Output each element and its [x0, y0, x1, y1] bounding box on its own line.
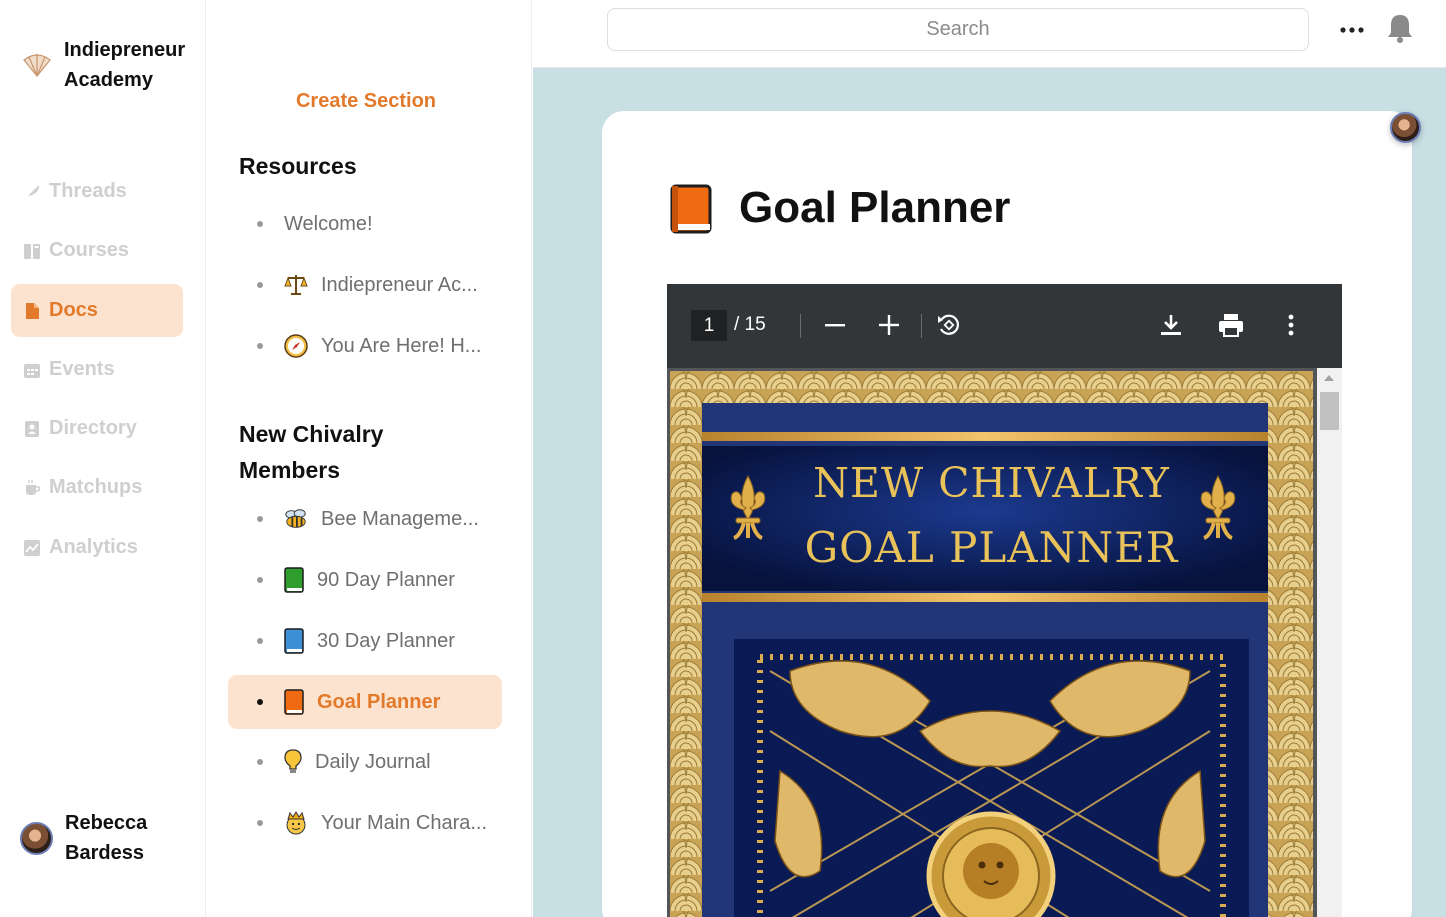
- nav-label: Threads: [49, 180, 127, 202]
- nav-item-events[interactable]: Events: [11, 343, 183, 396]
- nav-label: Matchups: [49, 476, 143, 498]
- directory-icon: [22, 419, 42, 439]
- cover-title-line2: GOAL PLANNER: [804, 523, 1179, 572]
- search-placeholder: Search: [926, 18, 990, 40]
- avatar: [20, 821, 53, 855]
- rotate-icon[interactable]: [934, 310, 964, 340]
- nav-item-threads[interactable]: Threads: [11, 165, 183, 218]
- nav-label: Analytics: [49, 536, 138, 558]
- bullet: [257, 343, 263, 349]
- scales-icon: [284, 272, 308, 298]
- doc-item-label: Bee Manageme...: [321, 507, 479, 530]
- scroll-up-icon[interactable]: [1324, 375, 1334, 381]
- compass-icon: [284, 333, 308, 359]
- brand-name: Indiepreneur Academy: [64, 39, 186, 91]
- doc-item-bee-management[interactable]: Bee Manageme...: [228, 492, 502, 546]
- toolbar-divider: [921, 314, 922, 338]
- nav-item-courses[interactable]: Courses: [11, 224, 183, 277]
- docs-sidebar: Create Section Resources Welcome! Indiep…: [207, 0, 532, 917]
- bullet: [257, 638, 263, 644]
- orange-book-icon: [670, 184, 714, 234]
- current-user[interactable]: Rebecca Bardess: [20, 808, 165, 868]
- doc-item-indiepreneur[interactable]: Indiepreneur Ac...: [228, 258, 502, 312]
- page-number-input[interactable]: 1: [691, 310, 727, 341]
- nav-label: Events: [49, 358, 115, 380]
- more-vertical-icon[interactable]: [1276, 310, 1306, 340]
- doc-item-main-character[interactable]: Your Main Chara...: [228, 796, 502, 850]
- brand[interactable]: Indiepreneur Academy: [20, 35, 204, 95]
- doc-item-label: Your Main Chara...: [321, 811, 488, 834]
- doc-card: Goal Planner 1 / 15 NEW CHIVALRY GOAL PL…: [602, 111, 1412, 917]
- doc-item-label: You Are Here! H...: [321, 334, 482, 357]
- print-icon[interactable]: [1216, 310, 1246, 340]
- bee-icon: [284, 506, 308, 532]
- doc-content-area: Goal Planner 1 / 15 NEW CHIVALRY GOAL PL…: [533, 68, 1446, 917]
- page-total: / 15: [734, 314, 766, 335]
- calendar-icon: [22, 360, 42, 380]
- zoom-in-icon[interactable]: [874, 310, 904, 340]
- chart-icon: [22, 538, 42, 558]
- search-input[interactable]: Search: [607, 8, 1309, 51]
- nav-item-analytics[interactable]: Analytics: [11, 521, 183, 574]
- page-title: Goal Planner: [739, 183, 1011, 232]
- notification-bell-icon[interactable]: [1385, 12, 1415, 44]
- doc-item-goal-planner[interactable]: Goal Planner: [228, 675, 502, 729]
- doc-icon: [22, 301, 42, 321]
- doc-item-label: 30 Day Planner: [317, 629, 455, 652]
- cup-icon: [22, 478, 42, 498]
- pdf-scrollbar[interactable]: [1317, 368, 1342, 917]
- courses-icon: [22, 241, 42, 261]
- lightbulb-icon: [284, 749, 302, 775]
- section-title: New Chivalry Members: [239, 421, 384, 483]
- doc-item-daily-journal[interactable]: Daily Journal: [228, 735, 502, 789]
- bullet: [257, 282, 263, 288]
- doc-item-welcome[interactable]: Welcome!: [228, 197, 502, 251]
- create-section-button[interactable]: Create Section: [207, 90, 525, 113]
- top-bar: Search: [533, 0, 1446, 68]
- bullet: [257, 699, 263, 705]
- nav-label: Docs: [49, 299, 98, 321]
- pdf-page-cover: NEW CHIVALRY GOAL PLANNER: [670, 371, 1313, 917]
- download-icon[interactable]: [1156, 310, 1186, 340]
- doc-item-you-are-here[interactable]: You Are Here! H...: [228, 319, 502, 373]
- zoom-out-icon[interactable]: [820, 310, 850, 340]
- more-options-icon[interactable]: [1339, 20, 1365, 40]
- doc-item-label: Goal Planner: [317, 690, 441, 713]
- scrollbar-thumb[interactable]: [1320, 392, 1339, 430]
- pdf-viewer[interactable]: 1 / 15 NEW CHIVALRY GOAL PLANNER: [667, 284, 1342, 917]
- blue-book-icon: [284, 628, 304, 654]
- bullet: [257, 577, 263, 583]
- bullet: [257, 221, 263, 227]
- doc-item-label: Indiepreneur Ac...: [321, 273, 478, 296]
- doc-item-label: 90 Day Planner: [317, 568, 455, 591]
- nav-item-directory[interactable]: Directory: [11, 402, 183, 455]
- nav-item-docs[interactable]: Docs: [11, 284, 183, 337]
- bullet: [257, 820, 263, 826]
- doc-item-30-day-planner[interactable]: 30 Day Planner: [228, 614, 502, 668]
- pdf-toolbar: 1 / 15: [667, 284, 1342, 368]
- user-name: Rebecca Bardess: [65, 812, 148, 864]
- toolbar-divider: [800, 314, 801, 338]
- nav-label: Directory: [49, 417, 137, 439]
- section-title: Resources: [239, 153, 357, 179]
- doc-item-label: Welcome!: [284, 212, 373, 235]
- bullet: [257, 759, 263, 765]
- doc-item-label: Daily Journal: [315, 750, 431, 773]
- cover-title-line1: NEW CHIVALRY: [813, 459, 1170, 507]
- bullet: [257, 516, 263, 522]
- collaborator-avatar[interactable]: [1390, 112, 1421, 143]
- feather-icon: [22, 182, 42, 202]
- shell-logo-icon: [20, 48, 54, 82]
- nav-label: Courses: [49, 239, 130, 261]
- main-nav: Indiepreneur Academy Threads Courses Doc…: [0, 0, 206, 917]
- crown-face-icon: [284, 810, 308, 836]
- orange-book-icon: [284, 689, 304, 715]
- doc-item-90-day-planner[interactable]: 90 Day Planner: [228, 553, 502, 607]
- green-book-icon: [284, 567, 304, 593]
- nav-item-matchups[interactable]: Matchups: [11, 461, 183, 514]
